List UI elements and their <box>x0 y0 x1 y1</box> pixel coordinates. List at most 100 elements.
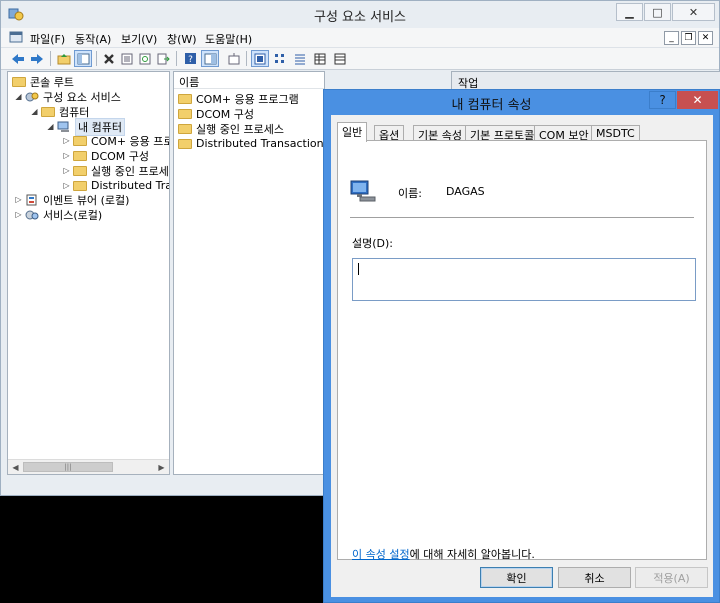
folder-icon <box>73 165 87 176</box>
tab-default-properties[interactable]: 기본 속성 <box>413 125 467 142</box>
tab-general[interactable]: 일반 <box>337 122 368 142</box>
horizontal-scrollbar[interactable]: ◀ ||| ▶ <box>8 459 169 474</box>
folder-icon <box>73 135 87 146</box>
svg-text:?: ? <box>188 55 193 65</box>
tree-item-label: 구성 요소 서비스 <box>43 90 121 104</box>
close-button[interactable]: ✕ <box>672 3 715 21</box>
dialog-close-button[interactable]: ✕ <box>677 91 718 109</box>
folder-up-icon[interactable] <box>55 50 73 67</box>
expander-icon[interactable]: ▷ <box>14 195 23 204</box>
help-button[interactable]: ? <box>649 91 676 109</box>
scroll-left-icon[interactable]: ◀ <box>9 461 22 473</box>
small-icons-view-icon[interactable] <box>271 50 289 67</box>
console-tree-icon[interactable] <box>74 50 92 67</box>
menu-file[interactable]: 파일(F) <box>30 31 65 47</box>
description-field[interactable] <box>352 258 696 301</box>
toolbar: ? <box>1 48 719 70</box>
expander-icon[interactable]: ▷ <box>62 181 71 190</box>
general-tab-panel: 이름: DAGAS 설명(D): 이 속성 설정에 대해 자세히 알아봅니다. <box>337 140 707 562</box>
tab-msdtc[interactable]: MSDTC <box>591 125 640 141</box>
computer-icon <box>57 121 69 132</box>
tree-item-running-processes[interactable]: ▷ 실행 중인 프로세 <box>62 163 169 178</box>
apply-button[interactable]: 적용(A) <box>635 567 708 588</box>
expander-icon[interactable]: ◢ <box>46 122 55 131</box>
tree-item-services-local[interactable]: ▷ 서비스(로컬) <box>14 207 102 222</box>
tree-item-label: 콘솔 루트 <box>30 75 74 89</box>
back-icon[interactable] <box>9 50 27 67</box>
expander-icon[interactable]: ▷ <box>62 136 71 145</box>
folder-icon <box>178 123 192 134</box>
description-label: 설명(D): <box>352 237 393 250</box>
list-item-label: DCOM 구성 <box>196 107 255 121</box>
menu-help[interactable]: 도움말(H) <box>205 31 252 47</box>
name-label: 이름: <box>398 187 422 200</box>
expander-icon[interactable]: ◢ <box>30 107 39 116</box>
menu-view[interactable]: 보기(V) <box>121 31 157 47</box>
list-item[interactable]: 실행 중인 프로세스 <box>178 121 284 136</box>
menu-bar: 파일(F) 동작(A) 보기(V) 창(W) 도움말(H) _ ❐ ✕ <box>1 28 719 48</box>
export-icon[interactable] <box>154 50 172 67</box>
folder-icon <box>178 93 192 104</box>
dialog-body: 일반 옵션 기본 속성 기본 프로토콜 COM 보안 MSDTC 이름: DAG… <box>331 115 713 597</box>
list-item-label: Distributed Transaction Coordinator <box>196 137 324 150</box>
more-info-suffix: 에 대해 자세히 알아봅니다. <box>409 548 535 561</box>
dialog-title-bar[interactable]: 내 컴퓨터 속성 ? ✕ <box>324 90 719 114</box>
scrollbar-thumb[interactable]: ||| <box>23 462 113 472</box>
tree-item-label: 이벤트 뷰어 (로컬) <box>43 193 130 207</box>
tab-options[interactable]: 옵션 <box>374 125 405 142</box>
console-tree: 콘솔 루트 ◢ 구성 요소 서비스 ◢ 컴퓨터 ◢ 내 컴퓨터 ▷ COM+ 응… <box>7 71 170 475</box>
tree-item-label: COM+ 응용 프로 <box>91 134 170 148</box>
tree-item-dcom-config[interactable]: ▷ DCOM 구성 <box>62 148 149 163</box>
tree-item-component-services[interactable]: ◢ 구성 요소 서비스 <box>14 89 121 104</box>
refresh-icon[interactable] <box>136 50 154 67</box>
more-info-text: 이 속성 설정에 대해 자세히 알아봅니다. <box>352 546 535 562</box>
menu-action[interactable]: 동작(A) <box>75 31 111 47</box>
list-item-label: 실행 중인 프로세스 <box>196 122 284 136</box>
mdi-minimize-button[interactable]: _ <box>664 31 679 45</box>
maximize-button[interactable]: □ <box>644 3 671 21</box>
show-hide-icon[interactable] <box>201 50 219 67</box>
tab-com-security[interactable]: COM 보안 <box>534 125 594 142</box>
forward-icon[interactable] <box>28 50 46 67</box>
list-item[interactable]: COM+ 응용 프로그램 <box>178 91 299 106</box>
detail-view-icon[interactable] <box>311 50 329 67</box>
expander-icon[interactable]: ◢ <box>14 92 23 101</box>
cancel-button[interactable]: 취소 <box>558 567 631 588</box>
component-services-icon <box>25 92 39 101</box>
delete-icon[interactable] <box>100 50 118 67</box>
list-item[interactable]: Distributed Transaction Coordinator <box>178 136 324 151</box>
tree-item-label: 실행 중인 프로세 <box>91 164 169 178</box>
column-header-name[interactable]: 이름 <box>174 72 324 89</box>
list-view-icon[interactable] <box>291 50 309 67</box>
mdi-close-button[interactable]: ✕ <box>698 31 713 45</box>
text-caret <box>358 263 359 275</box>
help-icon[interactable]: ? <box>181 50 199 67</box>
scroll-right-icon[interactable]: ▶ <box>155 461 168 473</box>
event-viewer-icon <box>26 194 37 205</box>
computer-icon <box>350 180 376 202</box>
dialog-title: 내 컴퓨터 속성 <box>451 98 532 113</box>
tree-item-com-plus-applications[interactable]: ▷ COM+ 응용 프로 <box>62 133 170 148</box>
expander-icon[interactable]: ▷ <box>62 151 71 160</box>
mdi-restore-button[interactable]: ❐ <box>681 31 696 45</box>
new-window-icon[interactable] <box>225 50 243 67</box>
ok-button[interactable]: 확인 <box>480 567 553 588</box>
menu-window[interactable]: 창(W) <box>167 31 197 47</box>
tree-item-console-root[interactable]: 콘솔 루트 <box>12 74 74 89</box>
folder-icon <box>41 106 55 117</box>
title-bar[interactable]: 구성 요소 서비스 ▁ □ ✕ <box>1 1 719 27</box>
tree-item-event-viewer[interactable]: ▷ 이벤트 뷰어 (로컬) <box>14 192 129 207</box>
separator <box>350 217 694 218</box>
status-view-icon[interactable] <box>331 50 349 67</box>
list-item[interactable]: DCOM 구성 <box>178 106 254 121</box>
minimize-button[interactable]: ▁ <box>616 3 643 21</box>
properties-icon[interactable] <box>118 50 136 67</box>
expander-icon[interactable]: ▷ <box>14 210 23 219</box>
window-title: 구성 요소 서비스 <box>314 10 406 25</box>
large-icons-view-icon[interactable] <box>251 50 269 67</box>
property-settings-link[interactable]: 이 속성 설정 <box>352 548 410 561</box>
tree-item-label: Distributed Trans <box>91 179 169 192</box>
tab-default-protocols[interactable]: 기본 프로토콜 <box>465 125 540 142</box>
console-icon <box>9 31 23 43</box>
expander-icon[interactable]: ▷ <box>62 166 71 175</box>
